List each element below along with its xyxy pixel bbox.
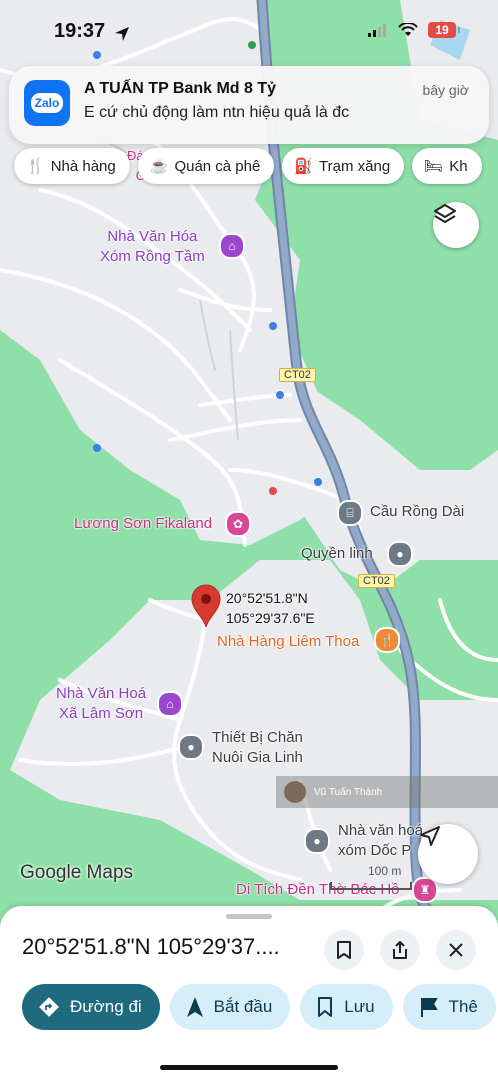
place-label-nha-hang-liem-thoa[interactable]: Nhà Hàng Liêm Thoa — [217, 632, 359, 652]
battery-indicator: 19 — [428, 22, 460, 38]
chip-label: Kh — [449, 157, 468, 175]
place-pin-icon[interactable]: ● — [304, 828, 330, 854]
place-label-luong-son-fikaland[interactable]: Lương Sơn Fikaland — [74, 514, 212, 534]
place-label-nha-van-hoa-lam-son[interactable]: Nhà Văn Hoá Xã Lâm Sơn — [56, 684, 146, 724]
watermark: Vũ Tuấn Thành — [276, 776, 498, 808]
place-label-thiet-bi[interactable]: Thiết Bị Chăn Nuôi Gia Linh — [212, 728, 303, 768]
directions-button[interactable]: Đường đi — [22, 984, 160, 1030]
road-label-ct02: CT02 — [279, 368, 316, 382]
add-label-button[interactable]: Thê — [402, 984, 496, 1030]
bottom-sheet: 20°52'51.8"N 105°29'37.... Đường đi Bắt … — [0, 906, 498, 1080]
navigation-arrow-icon — [420, 826, 440, 846]
layers-button[interactable] — [433, 202, 479, 248]
status-time: 19:37 — [54, 20, 106, 42]
fork-knife-icon: 🍴 — [26, 158, 45, 175]
close-button[interactable] — [436, 930, 476, 970]
sheet-drag-handle[interactable] — [226, 914, 272, 919]
place-label-nha-van-hoa-doc[interactable]: Nhà văn hoá xóm Dốc P — [338, 821, 423, 861]
place-pin-icon[interactable]: ● — [387, 541, 413, 567]
place-pin-icon[interactable]: ● — [178, 734, 204, 760]
chip-gas-station[interactable]: ⛽ Trạm xăng — [282, 148, 405, 184]
attraction-icon[interactable]: ✿ — [225, 511, 251, 537]
google-maps-logo: Google Maps — [20, 862, 134, 883]
add-label-label: Thê — [448, 997, 478, 1016]
place-label-nha-van-hoa-rong-tam[interactable]: Nhà Văn Hóa Xóm Rồng Tầm — [100, 227, 205, 267]
avatar — [284, 781, 306, 803]
start-label: Bắt đầu — [213, 997, 273, 1016]
bookmark-icon — [318, 997, 333, 1017]
directions-label: Đường đi — [70, 997, 142, 1016]
close-icon — [449, 943, 463, 957]
flag-icon — [420, 998, 438, 1017]
scale-bar — [330, 882, 412, 890]
save-label: Lưu — [344, 997, 375, 1016]
notification-title: A TUẤN TP Bank Md 8 Tỷ — [84, 80, 277, 97]
location-arrow-icon — [115, 27, 129, 41]
chip-hotels[interactable]: 🛏 Kh — [412, 148, 482, 184]
directions-icon — [39, 997, 59, 1017]
status-bar: 19:37 19 — [0, 0, 498, 60]
chip-label: Trạm xăng — [319, 157, 391, 175]
chip-label: Nhà hàng — [50, 157, 116, 175]
place-label-quyen-linh[interactable]: Quyền linh — [301, 544, 373, 564]
share-icon — [393, 941, 407, 959]
home-indicator — [160, 1065, 338, 1070]
wifi-icon — [398, 23, 418, 36]
navigation-icon — [186, 997, 203, 1017]
save-button[interactable] — [324, 930, 364, 970]
bridge-icon[interactable]: ⌸ — [337, 500, 363, 526]
category-chips: 🍴 Nhà hàng ☕ Quán cà phê ⛽ Trạm xăng 🛏 Kh — [14, 148, 482, 184]
notification-time: bây giờ — [422, 82, 469, 98]
zalo-app-icon: Zalo — [24, 80, 70, 126]
save-list-button[interactable]: Lưu — [300, 984, 393, 1030]
cellular-signal-icon — [368, 24, 386, 37]
sheet-title: 20°52'51.8"N 105°29'37.... — [22, 934, 280, 959]
notification-banner[interactable]: Zalo A TUẤN TP Bank Md 8 Tỷ E cứ chủ độn… — [9, 66, 489, 144]
community-hall-icon[interactable]: ⌂ — [157, 691, 183, 717]
action-buttons: Đường đi Bắt đầu Lưu Thê — [22, 984, 496, 1030]
gas-pump-icon: ⛽ — [294, 158, 314, 175]
start-button[interactable]: Bắt đầu — [169, 984, 291, 1030]
app-icon-text: Zalo — [30, 93, 64, 113]
place-label-cau-rong-dai[interactable]: Cầu Rồng Dài — [370, 502, 464, 522]
pin-coordinates: 20°52'51.8"N 105°29'37.6"E — [226, 590, 315, 626]
watermark-name: Vũ Tuấn Thành — [314, 786, 383, 798]
chip-label: Quán cà phê — [174, 157, 261, 175]
bookmark-icon — [337, 941, 351, 959]
bed-icon: 🛏 — [424, 158, 444, 175]
layers-icon — [434, 204, 456, 223]
share-button[interactable] — [380, 930, 420, 970]
coffee-cup-icon: ☕ — [149, 158, 169, 175]
road-label-ct02: CT02 — [358, 574, 395, 588]
scale-label: 100 m — [368, 864, 402, 878]
community-hall-icon[interactable]: ⌂ — [219, 233, 245, 259]
chip-cafe[interactable]: ☕ Quán cà phê — [137, 148, 275, 184]
chip-restaurants[interactable]: 🍴 Nhà hàng — [14, 148, 130, 184]
dropped-pin-icon[interactable] — [190, 584, 222, 628]
restaurant-icon[interactable]: 🍴 — [374, 627, 400, 653]
notification-body: E cứ chủ động làm ntn hiệu quả là đc — [84, 104, 350, 121]
my-location-button[interactable] — [418, 824, 478, 884]
